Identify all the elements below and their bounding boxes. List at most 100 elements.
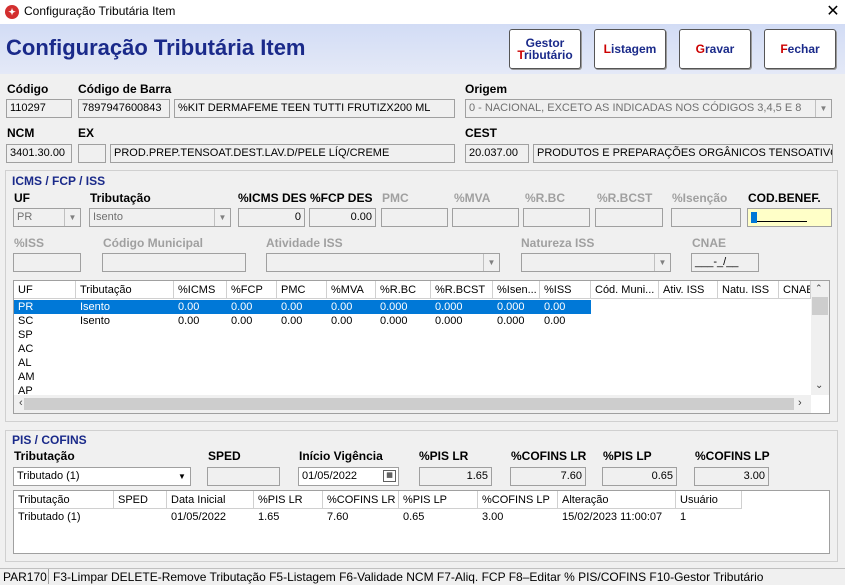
fechar-button[interactable]: Fechar — [764, 29, 836, 69]
icms-grid-hscroll[interactable]: ‹ › — [14, 395, 811, 413]
pis-grid-cell[interactable]: 15/02/2023 11:00:07 — [558, 510, 676, 524]
icms-grid-cell[interactable]: 0.000 — [431, 314, 493, 328]
icms-grid-cell[interactable] — [493, 328, 540, 342]
icms-grid-column-header[interactable]: CNAE — [779, 281, 811, 299]
icms-grid-cell[interactable] — [174, 370, 227, 384]
close-icon[interactable]: ✕ — [822, 0, 844, 24]
inicio-vigencia-field[interactable]: 01/05/2022 ▦ — [298, 467, 399, 486]
icms-grid[interactable]: UF Tributação %ICMS %FCP PMC %MVA %R.BC %R.BCST… — [13, 280, 830, 414]
icms-grid-cell[interactable] — [591, 314, 659, 328]
origem-select[interactable]: 0 - NACIONAL, EXCETO AS INDICADAS NOS CÓ… — [465, 99, 832, 118]
icms-grid-cell[interactable] — [540, 328, 591, 342]
icms-grid-cell[interactable]: 0.000 — [376, 300, 431, 314]
icms-grid-cell[interactable] — [493, 356, 540, 370]
icms-grid-cell[interactable]: SC — [14, 314, 76, 328]
icms-grid-cell[interactable]: 0.00 — [174, 300, 227, 314]
pis-grid-column-header[interactable]: SPED — [114, 491, 167, 509]
icms-grid-cell[interactable]: 0.000 — [493, 300, 540, 314]
icms-des-field[interactable]: 0 — [238, 208, 305, 227]
pis-grid-column-header[interactable]: %COFINS LR — [323, 491, 399, 509]
icms-grid-cell[interactable] — [227, 370, 277, 384]
icms-grid-cell[interactable] — [76, 342, 174, 356]
icms-grid-cell[interactable] — [227, 342, 277, 356]
icms-grid-cell[interactable] — [591, 356, 659, 370]
icms-grid-cell[interactable] — [659, 342, 718, 356]
icms-grid-cell[interactable]: 0.00 — [227, 314, 277, 328]
chevron-up-icon[interactable]: ⌃ — [815, 283, 823, 294]
icms-grid-cell[interactable]: 0.000 — [376, 314, 431, 328]
icms-grid-cell[interactable] — [659, 328, 718, 342]
pis-tributacao-select[interactable]: Tributado (1) ▼ — [13, 467, 191, 486]
icms-grid-cell[interactable] — [376, 370, 431, 384]
icms-grid-cell[interactable]: 0.00 — [174, 314, 227, 328]
scroll-thumb[interactable] — [812, 297, 828, 315]
scroll-thumb[interactable] — [24, 398, 794, 410]
icms-grid-cell[interactable]: 0.00 — [227, 300, 277, 314]
icms-grid-column-header[interactable]: UF — [14, 281, 76, 299]
icms-grid-cell[interactable] — [659, 300, 718, 314]
icms-grid-cell[interactable]: SP — [14, 328, 76, 342]
tributacao-select[interactable]: Isento ▼ — [89, 208, 231, 227]
icms-grid-column-header[interactable]: Natu. ISS — [718, 281, 779, 299]
pis-grid-column-header[interactable]: Usuário — [676, 491, 742, 509]
icms-grid-cell[interactable]: AL — [14, 356, 76, 370]
icms-grid-cell[interactable] — [718, 314, 779, 328]
icms-grid-cell[interactable] — [376, 328, 431, 342]
icms-grid-column-header[interactable]: %MVA — [327, 281, 376, 299]
icms-grid-cell[interactable] — [376, 356, 431, 370]
icms-grid-cell[interactable] — [591, 300, 659, 314]
icms-grid-cell[interactable]: 0.00 — [327, 300, 376, 314]
icms-grid-column-header[interactable]: %Isen... — [493, 281, 540, 299]
icms-grid-cell[interactable] — [174, 342, 227, 356]
cofins-lp-field[interactable]: 3.00 — [694, 467, 769, 486]
icms-grid-cell[interactable] — [540, 342, 591, 356]
chevron-left-icon[interactable]: ‹ — [19, 397, 23, 409]
icms-grid-cell[interactable] — [327, 328, 376, 342]
pis-grid-cell[interactable]: 3.00 — [478, 510, 558, 524]
icms-grid-column-header[interactable]: Tributação — [76, 281, 174, 299]
pis-grid-cell[interactable]: 01/05/2022 — [167, 510, 254, 524]
descricao-field[interactable]: %KIT DERMAFEME TEEN TUTTI FRUTIZX200 ML — [174, 99, 455, 118]
icms-grid-cell[interactable] — [493, 342, 540, 356]
icms-grid-column-header[interactable]: Cód. Muni... — [591, 281, 659, 299]
icms-grid-cell[interactable] — [779, 370, 811, 384]
icms-grid-cell[interactable] — [431, 356, 493, 370]
icms-grid-cell[interactable]: AC — [14, 342, 76, 356]
icms-grid-cell[interactable] — [591, 328, 659, 342]
icms-grid-column-header[interactable]: %R.BC — [376, 281, 431, 299]
icms-grid-cell[interactable]: Isento — [76, 314, 174, 328]
pis-grid-cell[interactable] — [114, 510, 167, 524]
icms-grid-cell[interactable] — [718, 356, 779, 370]
pis-grid-cell[interactable]: 7.60 — [323, 510, 399, 524]
pis-grid-column-header[interactable]: %PIS LP — [399, 491, 478, 509]
icms-grid-cell[interactable] — [718, 370, 779, 384]
icms-grid-cell[interactable] — [277, 328, 327, 342]
pis-grid-cell[interactable]: 0.65 — [399, 510, 478, 524]
icms-grid-cell[interactable] — [376, 342, 431, 356]
icms-grid-cell[interactable] — [76, 370, 174, 384]
codigo-field[interactable]: 110297 — [6, 99, 72, 118]
cest-field[interactable]: 20.037.00 — [465, 144, 529, 163]
chevron-down-icon[interactable]: ▼ — [174, 468, 190, 485]
pis-grid-cell[interactable]: 1.65 — [254, 510, 323, 524]
icms-grid-cell[interactable] — [431, 370, 493, 384]
icms-grid-cell[interactable]: Isento — [76, 300, 174, 314]
icms-grid-cell[interactable] — [779, 328, 811, 342]
icms-grid-cell[interactable] — [327, 356, 376, 370]
calendar-icon[interactable]: ▦ — [383, 470, 396, 482]
icms-grid-cell[interactable] — [718, 300, 779, 314]
icms-grid-cell[interactable] — [779, 342, 811, 356]
icms-grid-cell[interactable] — [591, 342, 659, 356]
icms-grid-cell[interactable] — [779, 300, 811, 314]
icms-grid-column-header[interactable]: Ativ. ISS — [659, 281, 718, 299]
pis-grid-cell[interactable]: 1 — [676, 510, 742, 524]
icms-grid-cell[interactable] — [76, 356, 174, 370]
codigo-barra-field[interactable]: 7897947600843 — [78, 99, 170, 118]
icms-grid-cell[interactable]: 0.000 — [493, 314, 540, 328]
pis-lp-field[interactable]: 0.65 — [602, 467, 677, 486]
icms-grid-cell[interactable]: AM — [14, 370, 76, 384]
cod-benef-field[interactable] — [747, 208, 832, 227]
pis-grid[interactable]: Tributação SPED Data Inicial %PIS LR %COFINS… — [13, 490, 830, 554]
icms-grid-cell[interactable] — [431, 328, 493, 342]
icms-grid-cell[interactable]: 0.00 — [277, 314, 327, 328]
